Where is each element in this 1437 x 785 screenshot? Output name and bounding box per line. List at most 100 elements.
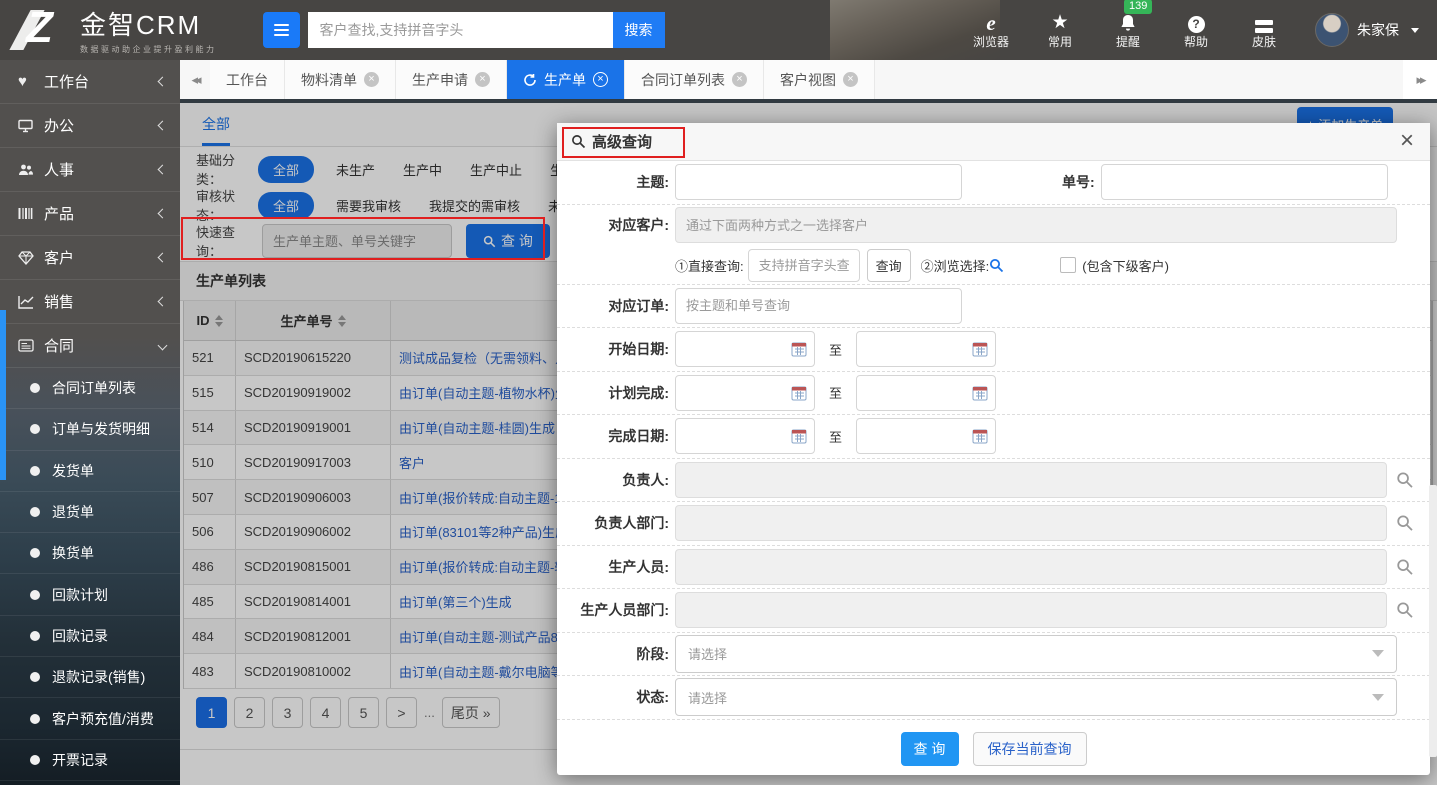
close-icon[interactable]: × <box>475 72 490 87</box>
producer-search-icon[interactable] <box>1396 558 1414 576</box>
sidebar-label: 工作台 <box>44 74 90 91</box>
tab-bar: ◂◂ 工作台 物料清单 × 生产申请 × 生产单 × 合同订单列表 × 客户视图 × ▸… <box>180 60 1437 103</box>
sidebar-item-contract[interactable]: 合同 <box>0 324 180 368</box>
tabs-scroll-right-button[interactable]: ▸▸ <box>1403 60 1437 99</box>
tab-production-request[interactable]: 生产申请 × <box>396 60 507 99</box>
sidebar-item-payment-invoice-stats[interactable]: 回款/开票统计 <box>0 781 180 785</box>
customer-display-field[interactable]: 通过下面两种方式之一选择客户 <box>675 206 1397 243</box>
producer-dept-display-field[interactable] <box>675 592 1388 629</box>
sidebar-item-contract-order-list[interactable]: 合同订单列表 <box>0 368 180 410</box>
nav-help[interactable]: ? 帮助 <box>1179 11 1213 50</box>
direct-query-input[interactable] <box>747 248 860 282</box>
sidebar-item-invoice-record[interactable]: 开票记录 <box>0 740 180 781</box>
status-select[interactable]: 请选择 <box>675 678 1397 717</box>
nav-help-label: 帮助 <box>1183 34 1208 49</box>
to-label: 至 <box>829 342 843 358</box>
top-navbar: Z 金智CRM 数据驱动助企业提升盈利能力 搜索 e 浏览器 ★ 常用 139 <box>0 0 1437 60</box>
include-sub-customer-label: (包含下级客户) <box>1082 258 1169 274</box>
sidebar-label: 客户 <box>44 250 75 267</box>
close-icon[interactable]: × <box>593 72 608 87</box>
close-icon[interactable]: × <box>364 72 379 87</box>
owner-search-icon[interactable] <box>1396 471 1414 489</box>
sidebar-item-exchange-order[interactable]: 换货单 <box>0 533 180 575</box>
global-search-button[interactable]: 搜索 <box>612 12 665 48</box>
calendar-icon <box>791 342 807 357</box>
calendar-icon <box>972 342 988 357</box>
sidebar-item-customer[interactable]: 客户 <box>0 236 180 280</box>
chevron-left-icon <box>157 120 168 131</box>
nav-browser[interactable]: e 浏览器 <box>973 11 1009 50</box>
tab-material-list[interactable]: 物料清单 × <box>285 60 396 99</box>
browse-select-label: ②浏览选择: <box>920 258 990 274</box>
bell-icon <box>1119 11 1137 33</box>
browse-search-icon[interactable] <box>989 258 1004 273</box>
sidebar-item-refund-record[interactable]: 退款记录(销售) <box>0 657 180 699</box>
close-icon[interactable]: × <box>843 72 858 87</box>
sidebar-child-label: 发货单 <box>52 462 94 479</box>
app-logo: Z 金智CRM 数据驱动助企业提升盈利能力 <box>0 4 217 55</box>
nav-favorites[interactable]: ★ 常用 <box>1043 11 1077 50</box>
nav-favorites-label: 常用 <box>1047 34 1072 49</box>
monitor-icon <box>18 119 44 133</box>
tabs-scroll-left-button[interactable]: ◂◂ <box>180 60 210 99</box>
sidebar-scrollbar-thumb[interactable] <box>0 310 6 480</box>
close-icon[interactable]: × <box>1400 127 1414 155</box>
nav-skin[interactable]: 皮肤 <box>1247 11 1281 50</box>
owner-dept-display-field[interactable] <box>675 505 1388 542</box>
sidebar-item-return-order[interactable]: 退货单 <box>0 492 180 534</box>
page-scrollbar-thumb[interactable] <box>1429 485 1437 757</box>
sidebar-child-label: 合同订单列表 <box>52 380 136 397</box>
tab-workbench[interactable]: 工作台 <box>210 60 285 99</box>
finish-date-to-input[interactable] <box>856 418 997 455</box>
form-row-subject: 主题: 单号: <box>557 161 1430 205</box>
start-date-to-input[interactable] <box>856 331 997 368</box>
sidebar-item-hr[interactable]: 人事 <box>0 148 180 192</box>
bullet-icon <box>30 713 40 724</box>
code-input[interactable] <box>1100 164 1388 201</box>
tab-label: 合同订单列表 <box>641 71 725 88</box>
sidebar-item-product[interactable]: 产品 <box>0 192 180 236</box>
sidebar-item-order-shipping-detail[interactable]: 订单与发货明细 <box>0 409 180 451</box>
form-row-plan-finish: 计划完成: 至 <box>557 372 1430 415</box>
modal-query-button[interactable]: 查 询 <box>900 732 959 766</box>
order-input[interactable] <box>675 287 962 324</box>
close-icon[interactable]: × <box>732 72 747 87</box>
user-name: 朱家保 <box>1357 22 1399 38</box>
tab-contract-order-list[interactable]: 合同订单列表 × <box>625 60 764 99</box>
sidebar-item-payment-plan[interactable]: 回款计划 <box>0 574 180 616</box>
chevron-left-icon <box>157 252 168 263</box>
to-label: 至 <box>829 386 843 402</box>
bullet-icon <box>30 589 40 600</box>
include-sub-customer-checkbox[interactable] <box>1060 257 1077 273</box>
sidebar-item-sales[interactable]: 销售 <box>0 280 180 324</box>
producer-dept-search-icon[interactable] <box>1396 601 1414 619</box>
sidebar-item-workbench[interactable]: ♥ 工作台 <box>0 60 180 104</box>
sidebar: ♥ 工作台 办公 人事 产品 客户 销售 合同 合同订单列表 订单与发货明细 发… <box>0 60 180 785</box>
finish-date-from-input[interactable] <box>675 418 815 455</box>
direct-query-button[interactable]: 查询 <box>866 248 911 282</box>
owner-label: 负责人: <box>622 471 669 488</box>
owner-dept-search-icon[interactable] <box>1396 514 1414 532</box>
tab-customer-view[interactable]: 客户视图 × <box>764 60 875 99</box>
calendar-icon <box>791 386 807 401</box>
producer-display-field[interactable] <box>675 548 1388 585</box>
global-search-input[interactable] <box>307 12 613 48</box>
menu-toggle-button[interactable] <box>262 12 300 48</box>
plan-finish-to-input[interactable] <box>856 374 997 411</box>
sidebar-item-office[interactable]: 办公 <box>0 104 180 148</box>
sidebar-child-label: 开票记录 <box>52 751 108 768</box>
subject-input[interactable] <box>675 164 962 201</box>
plan-finish-from-input[interactable] <box>675 374 815 411</box>
nav-reminders[interactable]: 139 提醒 <box>1111 0 1153 50</box>
owner-display-field[interactable] <box>675 461 1388 498</box>
modal-save-query-button[interactable]: 保存当前查询 <box>972 732 1087 766</box>
start-date-from-input[interactable] <box>675 331 815 368</box>
stage-select[interactable]: 请选择 <box>675 634 1397 673</box>
tab-production-order[interactable]: 生产单 × <box>507 60 625 99</box>
user-menu[interactable]: 朱家保 <box>1315 13 1419 47</box>
sidebar-item-payment-record[interactable]: 回款记录 <box>0 616 180 658</box>
sidebar-item-prepay-consume[interactable]: 客户预充值/消费 <box>0 698 180 740</box>
modal-footer: 查 询 保存当前查询 <box>557 723 1430 775</box>
chevron-left-icon <box>157 164 168 175</box>
sidebar-item-shipping-order[interactable]: 发货单 <box>0 451 180 492</box>
